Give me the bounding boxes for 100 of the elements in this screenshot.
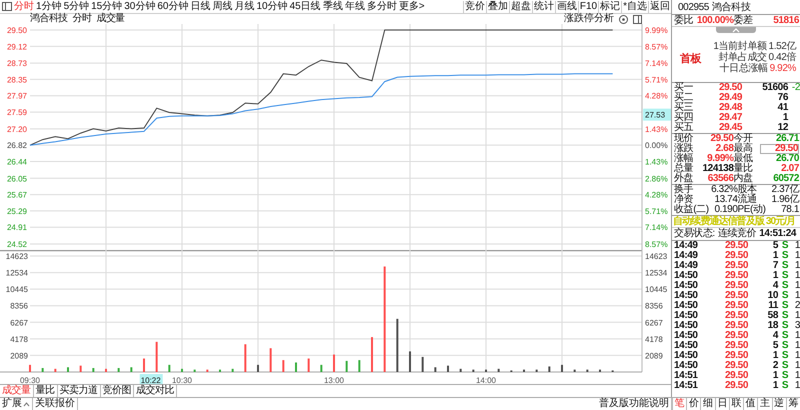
tick-price: 29.50: [724, 251, 748, 261]
tick-price: 29.50: [724, 341, 748, 351]
period-tab[interactable]: 30分钟: [123, 0, 156, 12]
volume-axis-label: 2089: [10, 351, 28, 360]
field-label: 量比: [734, 164, 754, 174]
bid-price: 29.49: [718, 93, 742, 103]
tick-side: S: [780, 281, 790, 291]
detail-tab[interactable]: 细: [700, 398, 715, 410]
indicator-tab[interactable]: 竞价图: [100, 385, 134, 397]
detail-tab[interactable]: 逆: [772, 398, 786, 410]
period-tab[interactable]: 5分钟: [62, 0, 90, 12]
period-tab[interactable]: 10分钟: [256, 0, 289, 12]
chart-mode: 分时: [72, 14, 92, 24]
field-value: 63566: [706, 174, 734, 184]
info-value: 0.42倍: [768, 53, 796, 63]
period-tab[interactable]: 1分钟: [35, 0, 63, 12]
detail-tab[interactable]: 值: [743, 398, 758, 410]
window-icon[interactable]: [633, 14, 642, 24]
tick-time: 14:50: [674, 271, 699, 281]
field-value: 1.96亿: [770, 195, 799, 205]
tick-price: 29.50: [724, 371, 748, 381]
field-label: 涨跌: [674, 144, 694, 154]
toolbar-button[interactable]: 超盘: [508, 0, 532, 12]
percent-axis-label: 9.99%: [645, 26, 668, 35]
toolbar-button[interactable]: 画线: [554, 0, 578, 12]
info-label: 1当前封单额: [713, 42, 767, 52]
info-value: 9.92%: [770, 64, 796, 74]
field-value: 60572: [772, 174, 799, 184]
volume-bar: [460, 368, 462, 372]
volume-bar: [80, 366, 82, 372]
toolbar-button[interactable]: 标记: [598, 0, 622, 12]
field-value: 13.74: [713, 195, 738, 205]
field-value: 124138: [702, 164, 734, 174]
tick-side: S: [780, 251, 790, 261]
tick-side: S: [780, 351, 790, 361]
detail-tab[interactable]: 价: [686, 398, 700, 410]
help-link[interactable]: 普及版功能说明: [597, 398, 672, 410]
time-axis-label: 09:30: [20, 376, 40, 384]
tick-time: 14:50: [674, 281, 699, 291]
target-icon[interactable]: [619, 14, 628, 24]
period-tab[interactable]: 年线: [344, 0, 366, 12]
period-tab[interactable]: 分时: [13, 0, 35, 12]
indicator-tab[interactable]: 量比: [34, 385, 58, 397]
toolbar-button[interactable]: 叠加: [486, 0, 509, 12]
period-tab[interactable]: 月线: [234, 0, 256, 12]
period-tab[interactable]: 季线: [322, 0, 344, 12]
time-axis-label: 14:00: [476, 376, 496, 384]
panel-toggle-icon[interactable]: [2, 2, 12, 11]
volume-bar: [168, 364, 170, 372]
period-tab[interactable]: 周线: [212, 0, 234, 12]
tick-count: 1: [794, 381, 800, 391]
expand-button[interactable]: 扩展: [0, 398, 33, 410]
period-tab[interactable]: 更多>: [398, 0, 426, 12]
volume-bar: [54, 368, 56, 372]
tick-count: 1: [794, 261, 800, 271]
toolbar-button[interactable]: F10: [578, 0, 598, 12]
detail-tab[interactable]: 日: [714, 398, 729, 410]
limit-analysis-button[interactable]: 涨跌停分析: [564, 14, 614, 24]
toolbar-button[interactable]: 返回: [648, 0, 671, 12]
related-quote-button[interactable]: 关联报价: [33, 398, 78, 410]
period-tab[interactable]: 多分时: [366, 0, 398, 12]
detail-tab[interactable]: 笔: [672, 398, 686, 410]
indicator-tab[interactable]: 成交量: [0, 385, 34, 397]
limit-label: 首板: [679, 52, 702, 66]
volume-bar: [92, 368, 94, 372]
price-axis-label: 26.05: [6, 174, 27, 184]
indicator-tab[interactable]: 买卖力道: [58, 385, 100, 397]
bid-price: 29.48: [718, 103, 742, 113]
tick-volume: 1: [772, 381, 778, 391]
period-tab[interactable]: 45日线: [288, 0, 322, 12]
detail-tab[interactable]: 筹: [786, 398, 800, 410]
detail-tab[interactable]: 联: [728, 398, 744, 410]
field-label: 今开: [734, 134, 754, 144]
tick-side: S: [780, 381, 790, 391]
period-tab[interactable]: 15分钟: [90, 0, 124, 12]
toolbar-button[interactable]: *自选: [621, 0, 648, 12]
bid-label: 买一: [674, 83, 694, 93]
field-label: 委比: [674, 15, 694, 26]
field-value: 29.50: [709, 134, 734, 144]
tick-price: 29.50: [724, 381, 748, 391]
toolbar-button[interactable]: 竞价: [462, 0, 486, 12]
price-axis-label: 25.67: [6, 190, 27, 200]
tick-count: 1: [794, 281, 800, 291]
price-axis-label: 29.50: [6, 26, 27, 35]
period-tab[interactable]: 日线: [190, 0, 212, 12]
volume-axis-label: 6267: [10, 318, 28, 328]
indicator-tab[interactable]: 成交对比: [134, 385, 177, 397]
toolbar-button[interactable]: 统计: [532, 0, 555, 12]
field-label: 最高: [734, 144, 754, 154]
percent-axis-label: 8.57%: [645, 42, 668, 52]
tick-price: 29.50: [724, 331, 748, 341]
tick-count: 3: [794, 321, 800, 331]
tick-volume: 11: [767, 301, 778, 311]
tick-side: S: [780, 261, 790, 271]
tick-price: 29.50: [724, 301, 748, 311]
detail-tab[interactable]: 主: [757, 398, 772, 410]
period-tab[interactable]: 60分钟: [156, 0, 190, 12]
tick-price: 29.50: [724, 271, 748, 281]
volume-bar: [434, 367, 436, 372]
price-axis-label: 28.73: [6, 59, 27, 68]
